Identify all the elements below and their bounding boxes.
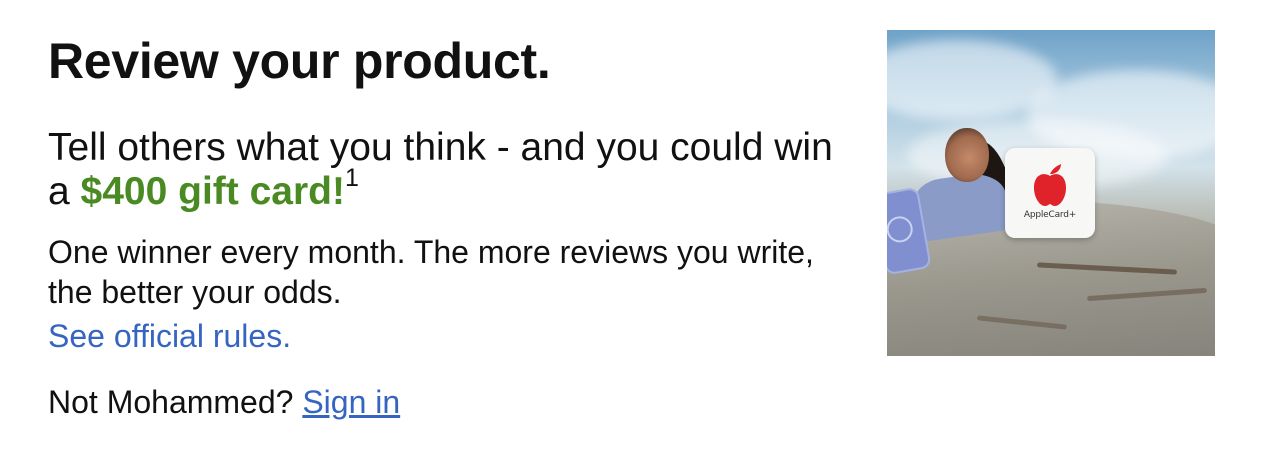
apple-gift-card: AppleCard+ [1005,148,1095,238]
footnote-marker: 1 [344,164,359,192]
promo-description: One winner every month. The more reviews… [48,234,814,310]
gift-card-label: AppleCard+ [1023,210,1077,220]
official-rules-link[interactable]: See official rules. [48,316,291,356]
page-title: Review your product. [48,33,551,89]
gift-card-amount: $400 gift card! [80,170,345,213]
not-user-text: Not Mohammed? [48,384,294,420]
review-promo-content: Review your product. Tell others what yo… [48,30,838,422]
sign-in-link[interactable]: Sign in [302,384,400,420]
account-prompt: Not Mohammed? Sign in [48,382,838,422]
apple-logo-icon [1034,164,1066,206]
promo-text: Tell others what you think - and you cou… [48,126,838,214]
promo-image: AppleCard+ [887,30,1215,356]
person-avatar [945,128,989,182]
